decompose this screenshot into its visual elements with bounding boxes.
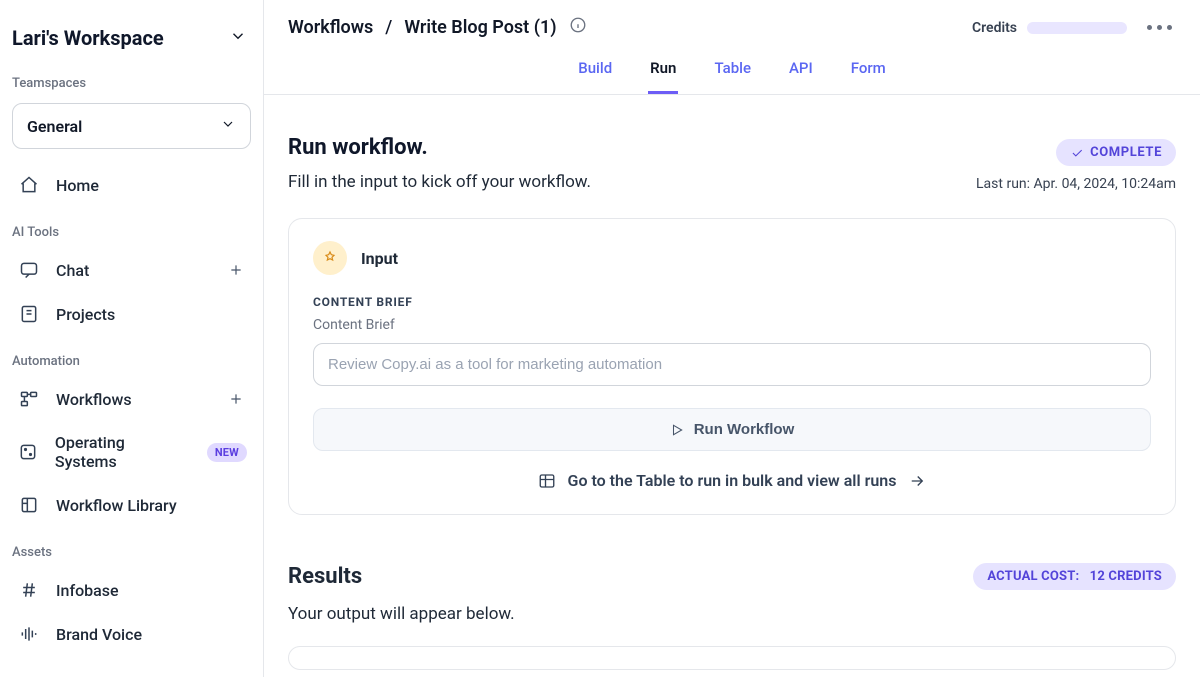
sidebar-item-projects[interactable]: Projects: [10, 292, 253, 336]
results-title: Results: [288, 564, 362, 589]
workspace-switcher[interactable]: Lari's Workspace: [10, 18, 253, 58]
breadcrumb-separator: /: [385, 17, 392, 38]
play-icon: [670, 423, 684, 437]
sidebar-item-home[interactable]: Home: [10, 163, 253, 207]
hash-icon: [16, 580, 42, 600]
last-run-text: Last run: Apr. 04, 2024, 10:24am: [976, 176, 1176, 192]
main: Workflows / Write Blog Post (1) Credits …: [264, 0, 1200, 677]
tab-run[interactable]: Run: [648, 51, 678, 94]
input-card: Input CONTENT BRIEF Content Brief Run Wo…: [288, 218, 1176, 515]
breadcrumb-root[interactable]: Workflows: [288, 17, 373, 38]
teamspaces-label: Teamspaces: [10, 58, 253, 99]
sidebar-item-workflows[interactable]: Workflows: [10, 377, 225, 421]
sidebar-item-label: Infobase: [56, 581, 119, 600]
run-subtitle: Fill in the input to kick off your workf…: [288, 172, 591, 192]
results-card: [288, 646, 1176, 670]
table-icon: [538, 472, 556, 490]
projects-icon: [16, 304, 42, 324]
more-menu-button[interactable]: [1143, 21, 1176, 34]
check-icon: [1070, 146, 1084, 160]
content: Run workflow. Fill in the input to kick …: [264, 95, 1200, 677]
sidebar-item-label: Home: [56, 176, 99, 195]
status-text: COMPLETE: [1090, 145, 1162, 160]
breadcrumb-bar: Workflows / Write Blog Post (1) Credits: [264, 0, 1200, 51]
library-icon: [16, 495, 42, 515]
sidebar-item-operating-systems[interactable]: Operating Systems NEW: [10, 421, 253, 483]
new-badge: NEW: [207, 443, 247, 462]
content-brief-input[interactable]: [313, 343, 1151, 386]
home-icon: [16, 175, 42, 195]
status-badge: COMPLETE: [1056, 139, 1176, 166]
tab-table[interactable]: Table: [712, 51, 753, 94]
bulk-link-text: Go to the Table to run in bulk and view …: [568, 471, 897, 490]
credits-indicator[interactable]: Credits: [972, 20, 1127, 36]
sidebar-item-workflow-library[interactable]: Workflow Library: [10, 483, 253, 527]
automation-label: Automation: [10, 336, 253, 377]
ai-tools-label: AI Tools: [10, 207, 253, 248]
workspace-name: Lari's Workspace: [12, 26, 164, 50]
cost-badge: ACTUAL COST: 12 CREDITS: [973, 563, 1176, 590]
sidebar-item-label: Chat: [56, 261, 89, 280]
teamspace-selected: General: [27, 117, 82, 136]
sidebar-item-label: Operating Systems: [55, 433, 185, 471]
credits-label: Credits: [972, 20, 1017, 36]
sidebar-item-chat[interactable]: Chat: [10, 248, 225, 292]
field-label: CONTENT BRIEF: [313, 295, 1151, 309]
arrow-right-icon: [908, 472, 926, 490]
bulk-run-link[interactable]: Go to the Table to run in bulk and view …: [313, 471, 1151, 490]
info-icon[interactable]: [569, 16, 587, 39]
sidebar-item-label: Workflow Library: [56, 496, 177, 515]
sidebar-item-brand-voice[interactable]: Brand Voice: [10, 612, 253, 656]
run-title: Run workflow.: [288, 135, 591, 160]
sidebar-item-infobase[interactable]: Infobase: [10, 568, 253, 612]
operating-systems-icon: [16, 442, 41, 462]
brand-voice-icon: [16, 624, 42, 644]
input-title: Input: [361, 249, 398, 268]
add-chat-button[interactable]: [225, 259, 247, 281]
cost-label: ACTUAL COST:: [987, 569, 1079, 584]
chevron-down-icon: [229, 27, 247, 49]
sidebar-item-label: Brand Voice: [56, 625, 142, 644]
tab-api[interactable]: API: [787, 51, 815, 94]
chat-icon: [16, 260, 42, 280]
credits-bar: [1027, 22, 1127, 34]
run-button-label: Run Workflow: [694, 421, 795, 438]
cost-value: 12 CREDITS: [1090, 569, 1162, 584]
results-subtitle: Your output will appear below.: [288, 604, 1176, 624]
tab-build[interactable]: Build: [576, 51, 614, 94]
workflows-icon: [16, 389, 42, 409]
tabs: Build Run Table API Form: [264, 51, 1200, 95]
input-icon: [313, 241, 347, 275]
chevron-down-icon: [220, 116, 236, 136]
teamspace-select[interactable]: General: [12, 103, 251, 149]
add-workflow-button[interactable]: [225, 388, 247, 410]
run-workflow-button[interactable]: Run Workflow: [313, 408, 1151, 451]
sidebar-item-label: Workflows: [56, 390, 132, 409]
field-sublabel: Content Brief: [313, 317, 1151, 333]
sidebar: Lari's Workspace Teamspaces General Home…: [0, 0, 264, 677]
assets-label: Assets: [10, 527, 253, 568]
breadcrumb-current: Write Blog Post (1): [404, 17, 556, 38]
sidebar-item-label: Projects: [56, 305, 115, 324]
tab-form[interactable]: Form: [849, 51, 888, 94]
